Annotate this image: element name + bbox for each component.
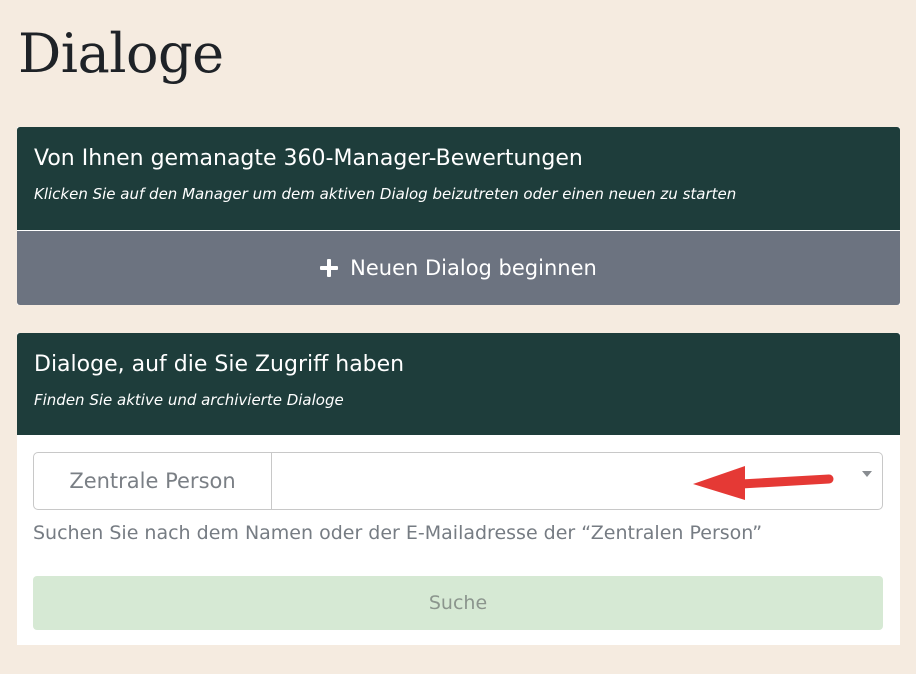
red-arrow-annotation-icon (693, 466, 834, 500)
accessible-dialogs-header: Dialoge, auf die Sie Zugriff haben Finde… (17, 333, 900, 435)
managed-reviews-title: Von Ihnen gemanagte 360-Manager-Bewertun… (34, 146, 583, 171)
search-help-text: Suchen Sie nach dem Namen oder der E-Mai… (33, 522, 763, 544)
search-button[interactable]: Suche (33, 576, 883, 630)
new-dialog-label: Neuen Dialog beginnen (350, 256, 597, 280)
accessible-dialogs-subtitle: Finden Sie aktive und archivierte Dialog… (34, 391, 344, 409)
plus-icon (320, 259, 339, 277)
chevron-down-icon[interactable] (862, 471, 872, 477)
managed-reviews-card: Von Ihnen gemanagte 360-Manager-Bewertun… (17, 127, 900, 305)
accessible-dialogs-card: Dialoge, auf die Sie Zugriff haben Finde… (17, 333, 900, 645)
new-dialog-button[interactable]: Neuen Dialog beginnen (17, 230, 900, 305)
accessible-dialogs-title: Dialoge, auf die Sie Zugriff haben (34, 352, 405, 377)
managed-reviews-header: Von Ihnen gemanagte 360-Manager-Bewertun… (17, 127, 900, 230)
central-person-label: Zentrale Person (33, 452, 272, 510)
page-title: Dialoge (18, 22, 224, 85)
managed-reviews-subtitle: Klicken Sie auf den Manager um dem aktiv… (34, 185, 737, 203)
